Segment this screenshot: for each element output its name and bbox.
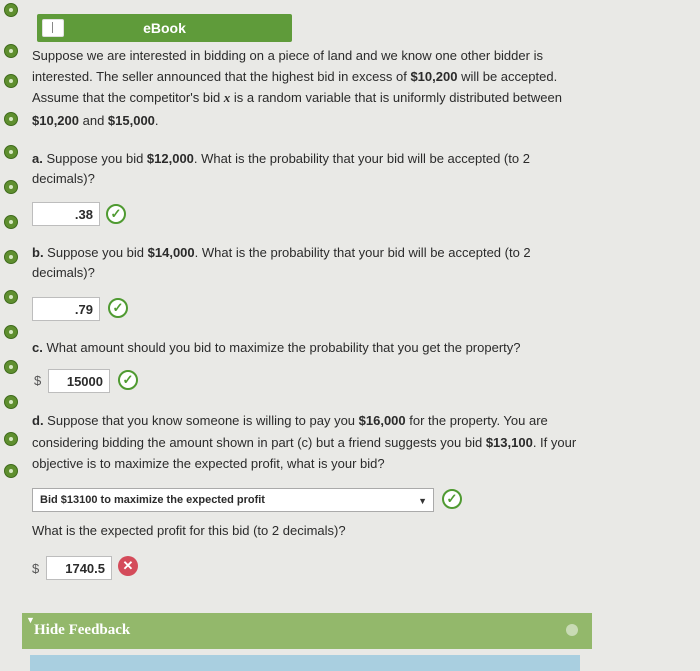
part-b-answer-input[interactable]: .79 bbox=[32, 297, 100, 321]
status-dot-icon bbox=[4, 464, 18, 478]
status-dot-icon bbox=[4, 360, 18, 374]
part-d-profit-question: What is the expected profit for this bid… bbox=[32, 523, 346, 538]
part-c-question: c. What amount should you bid to maximiz… bbox=[32, 340, 521, 355]
status-dot-icon bbox=[4, 44, 18, 58]
check-circle-icon: ✓ bbox=[108, 298, 128, 318]
x-circle-icon: ✕ bbox=[118, 556, 138, 576]
part-d-question-3: objective is to maximize the expected pr… bbox=[32, 456, 385, 471]
part-c-answer-input[interactable]: 15000 bbox=[48, 369, 110, 393]
status-dot-icon bbox=[4, 325, 18, 339]
status-dot-icon bbox=[4, 3, 18, 17]
ebook-button[interactable]: eBook bbox=[37, 14, 292, 42]
feedback-content-strip bbox=[30, 655, 580, 671]
caret-down-icon: ▼ bbox=[418, 496, 427, 506]
status-dot-icon bbox=[4, 290, 18, 304]
part-d-question-2: considering bidding the amount shown in … bbox=[32, 435, 577, 450]
part-b-question: b. Suppose you bid $14,000. What is the … bbox=[32, 245, 531, 260]
check-circle-icon: ✓ bbox=[118, 370, 138, 390]
currency-symbol: $ bbox=[32, 561, 40, 576]
part-b-question-cont: decimals)? bbox=[32, 265, 95, 280]
status-dot-icon bbox=[4, 145, 18, 159]
part-d-question-1: d. Suppose that you know someone is will… bbox=[32, 413, 548, 428]
intro-line-2: interested. The seller announced that th… bbox=[32, 69, 558, 84]
status-dot-icon bbox=[4, 180, 18, 194]
part-d-profit-answer-input[interactable]: 1740.5 bbox=[46, 556, 112, 580]
ebook-label: eBook bbox=[143, 20, 186, 36]
status-dot-icon bbox=[4, 395, 18, 409]
hide-feedback-toggle[interactable]: ▼ Hide Feedback bbox=[22, 613, 592, 649]
status-dot-icon bbox=[4, 74, 18, 88]
collapse-icon bbox=[566, 624, 578, 636]
status-dot-icon bbox=[4, 250, 18, 264]
intro-line-1: Suppose we are interested in bidding on … bbox=[32, 48, 543, 63]
part-a-question-cont: decimals)? bbox=[32, 171, 95, 186]
status-dot-icon bbox=[4, 112, 18, 126]
check-circle-icon: ✓ bbox=[442, 489, 462, 509]
part-a-question: a. Suppose you bid $12,000. What is the … bbox=[32, 151, 530, 166]
status-gutter bbox=[0, 0, 22, 671]
part-a-answer-input[interactable]: .38 bbox=[32, 202, 100, 226]
bid-select-value: Bid $13100 to maximize the expected prof… bbox=[40, 494, 265, 506]
currency-symbol: $ bbox=[34, 373, 42, 388]
intro-line-4: $10,200 and $15,000. bbox=[32, 113, 159, 128]
hide-feedback-label: Hide Feedback bbox=[34, 622, 131, 638]
bid-select[interactable]: Bid $13100 to maximize the expected prof… bbox=[32, 488, 434, 512]
status-dot-icon bbox=[4, 432, 18, 446]
intro-line-3: Assume that the competitor's bid x is a … bbox=[32, 90, 562, 105]
check-circle-icon: ✓ bbox=[106, 204, 126, 224]
status-dot-icon bbox=[4, 215, 18, 229]
